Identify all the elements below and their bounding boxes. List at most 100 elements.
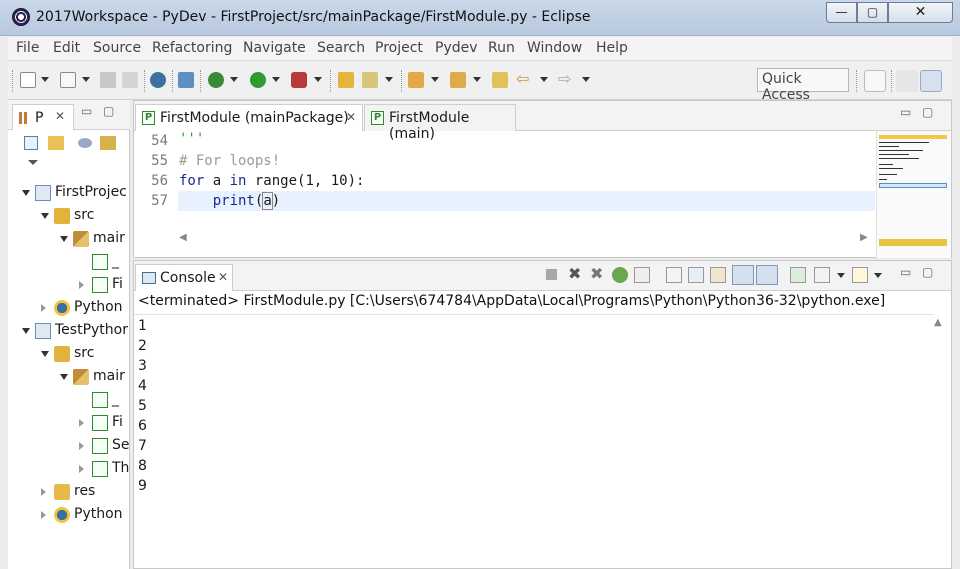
clear-console-icon[interactable]: [666, 267, 682, 283]
last-edit-icon[interactable]: [492, 72, 508, 88]
forward-arrow-icon[interactable]: ⇨: [558, 71, 574, 88]
expanded-arrow-icon[interactable]: [60, 374, 68, 380]
collapsed-arrow-icon[interactable]: [41, 304, 46, 312]
menu-project[interactable]: Project: [375, 40, 423, 56]
tree-item[interactable]: _: [8, 389, 130, 411]
pydev-console-icon[interactable]: [612, 267, 628, 283]
previous-annotation-icon[interactable]: [450, 72, 466, 88]
pydev-perspective-icon[interactable]: [920, 70, 942, 92]
collapsed-arrow-icon[interactable]: [79, 419, 84, 427]
copy-icon[interactable]: [634, 267, 650, 283]
scroll-up-icon[interactable]: ▲: [934, 317, 942, 328]
tree-item[interactable]: src: [8, 343, 130, 365]
collapsed-arrow-icon[interactable]: [79, 465, 84, 473]
expanded-arrow-icon[interactable]: [22, 190, 30, 196]
chevron-down-icon[interactable]: [473, 77, 481, 82]
maximize-button[interactable]: ▢: [857, 2, 888, 23]
pin-console-icon[interactable]: [790, 267, 806, 283]
open-console-icon[interactable]: [852, 267, 868, 283]
menu-window[interactable]: Window: [527, 40, 582, 56]
close-button[interactable]: ✕: [888, 2, 953, 23]
quick-access-input[interactable]: Quick Access: [757, 68, 849, 103]
chevron-down-icon[interactable]: [41, 77, 49, 82]
scroll-left-icon[interactable]: ◀: [179, 232, 187, 243]
remove-all-icon[interactable]: ✖: [590, 266, 606, 283]
tree-item[interactable]: mair: [8, 228, 130, 250]
word-wrap-icon[interactable]: [710, 267, 726, 283]
maximize-icon[interactable]: ▢: [922, 265, 933, 279]
expanded-arrow-icon[interactable]: [60, 236, 68, 242]
tree-item[interactable]: res: [8, 481, 130, 503]
next-annotation-icon[interactable]: [408, 72, 424, 88]
python-icon[interactable]: [150, 72, 166, 88]
minimize-button[interactable]: —: [826, 2, 857, 23]
code-minimap[interactable]: [876, 131, 951, 258]
chevron-down-icon[interactable]: [385, 77, 393, 82]
chevron-down-icon[interactable]: [28, 160, 38, 165]
external-tools-icon[interactable]: [291, 72, 307, 88]
chevron-down-icon[interactable]: [874, 273, 882, 278]
filter-icon[interactable]: [78, 138, 92, 148]
close-icon[interactable]: ✕: [346, 110, 356, 124]
open-folder-icon[interactable]: [338, 72, 354, 88]
menu-refactoring[interactable]: Refactoring: [152, 40, 232, 56]
collapsed-arrow-icon[interactable]: [41, 511, 46, 519]
tab-console[interactable]: Console ✕: [135, 264, 233, 291]
terminate-icon[interactable]: [546, 269, 557, 280]
new-project-icon[interactable]: [60, 72, 76, 88]
chevron-down-icon[interactable]: [431, 77, 439, 82]
expanded-arrow-icon[interactable]: [22, 328, 30, 334]
tree-item[interactable]: FirstProjec: [8, 182, 130, 204]
menu-run[interactable]: Run: [488, 40, 515, 56]
scroll-right-icon[interactable]: ▶: [860, 232, 868, 243]
menu-pydev[interactable]: Pydev: [435, 40, 478, 56]
show-on-stdout-icon[interactable]: [732, 265, 754, 285]
menu-search[interactable]: Search: [317, 40, 365, 56]
display-console-icon[interactable]: [814, 267, 830, 283]
scroll-lock-icon[interactable]: [688, 267, 704, 283]
open-perspective-icon[interactable]: [864, 70, 886, 92]
chevron-down-icon[interactable]: [82, 77, 90, 82]
tree-item[interactable]: src: [8, 205, 130, 227]
minimap-viewport[interactable]: [879, 183, 947, 188]
tree-item[interactable]: Python: [8, 504, 130, 526]
chevron-down-icon[interactable]: [582, 77, 590, 82]
tab-firstmodule-mainpackage[interactable]: P FirstModule (mainPackage) ✕: [135, 104, 363, 131]
minimize-icon[interactable]: ▭: [81, 104, 92, 118]
maximize-icon[interactable]: ▢: [103, 104, 114, 118]
run-icon[interactable]: [250, 72, 266, 88]
tree-item[interactable]: Python: [8, 297, 130, 319]
tree-item[interactable]: Th: [8, 458, 130, 480]
chevron-down-icon[interactable]: [272, 77, 280, 82]
collapsed-arrow-icon[interactable]: [41, 488, 46, 496]
expanded-arrow-icon[interactable]: [41, 213, 49, 219]
close-icon[interactable]: ✕: [218, 270, 228, 284]
pydev-console-icon[interactable]: [178, 72, 194, 88]
tab-package-explorer[interactable]: P ✕: [12, 104, 74, 130]
horizontal-scrollbar[interactable]: ◀ ▶: [174, 232, 875, 248]
tab-firstmodule-main[interactable]: P FirstModule (main): [364, 104, 516, 142]
minimize-icon[interactable]: ▭: [900, 105, 911, 119]
maximize-icon[interactable]: ▢: [922, 105, 933, 119]
menu-navigate[interactable]: Navigate: [243, 40, 306, 56]
chevron-down-icon[interactable]: [837, 273, 845, 278]
back-arrow-icon[interactable]: ⇦: [516, 71, 532, 88]
collapsed-arrow-icon[interactable]: [79, 281, 84, 289]
show-on-stderr-icon[interactable]: [756, 265, 778, 285]
tree-item[interactable]: Fi: [8, 412, 130, 434]
close-icon[interactable]: ✕: [55, 109, 65, 123]
menu-help[interactable]: Help: [596, 40, 628, 56]
collapse-all-icon[interactable]: [24, 136, 38, 150]
remove-launch-icon[interactable]: ✖: [568, 266, 584, 283]
tree-item[interactable]: Se: [8, 435, 130, 457]
tree-item[interactable]: mair: [8, 366, 130, 388]
console-output[interactable]: 1 2 3 4 5 6 7 8 9: [134, 314, 934, 568]
tree-item[interactable]: TestPythor: [8, 320, 130, 342]
tree-item[interactable]: Fi: [8, 274, 130, 296]
expanded-arrow-icon[interactable]: [41, 351, 49, 357]
pencil-icon[interactable]: [362, 72, 378, 88]
link-with-editor-icon[interactable]: [48, 136, 64, 150]
new-file-icon[interactable]: [20, 72, 36, 88]
menu-source[interactable]: Source: [93, 40, 141, 56]
chevron-down-icon[interactable]: [314, 77, 322, 82]
